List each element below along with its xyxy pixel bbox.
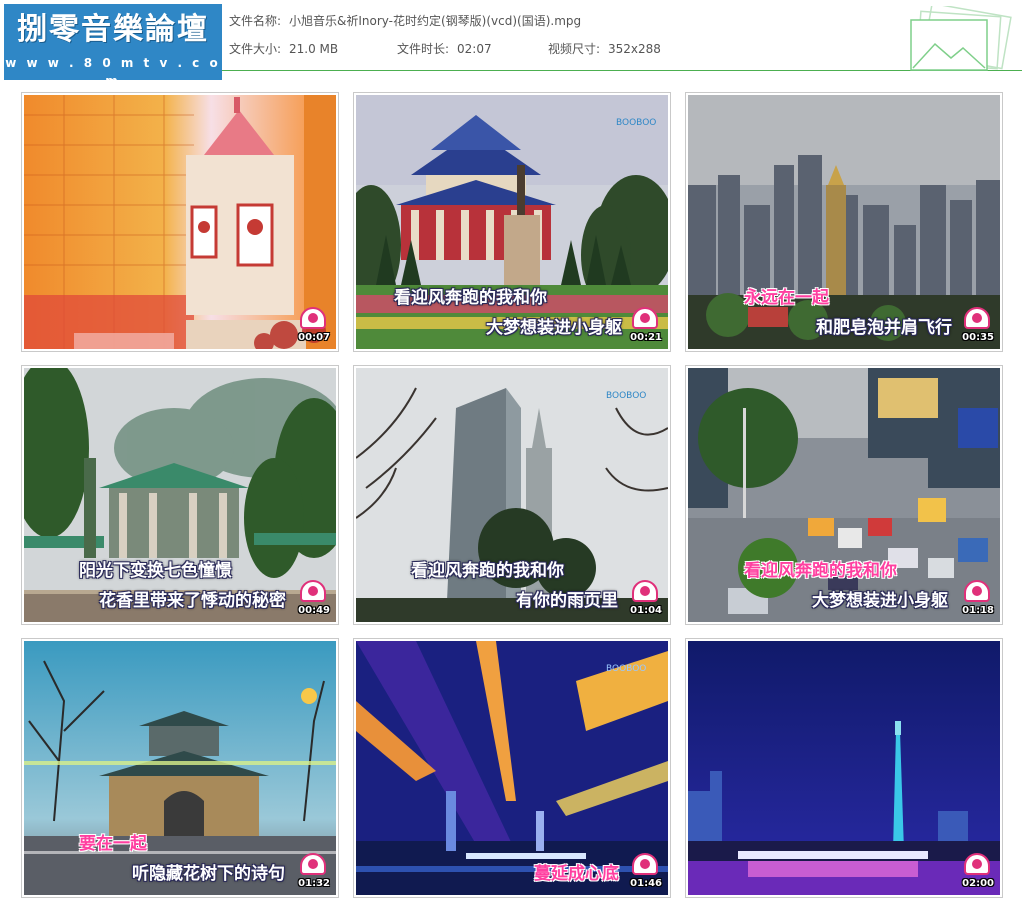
thumbnail-5[interactable]: BOOBOO 看迎风奔跑的我和你 有你的雨页里 01:04: [353, 365, 671, 625]
lyric-line-bottom: 有你的雨页里: [516, 591, 618, 611]
timestamp: 00:21: [630, 332, 662, 343]
lyric-line-bottom: 花香里带来了悸动的秘密: [99, 591, 286, 611]
scene-park-pavilion: [24, 368, 336, 622]
karaoke-logo-icon: [300, 580, 326, 602]
karaoke-logo-icon: [632, 580, 658, 602]
lyric-line-top: 看迎风奔跑的我和你: [411, 561, 564, 581]
karaoke-logo: 00:49: [296, 580, 332, 616]
lyric-line-bottom: 听隐藏花树下的诗句: [132, 864, 285, 884]
thumbnail-2[interactable]: BOOBOO 看迎风奔跑的我和你 大梦想装进小身躯 00:21: [353, 92, 671, 352]
timestamp: 00:35: [962, 332, 994, 343]
thumbnail-1[interactable]: 00:07: [21, 92, 339, 352]
karaoke-logo-icon: [300, 307, 326, 329]
thumbnail-7[interactable]: 要在一起 听隐藏花树下的诗句 01:32: [21, 638, 339, 898]
scene-canton-tower: [688, 641, 1000, 895]
lyric-line-bottom: 大梦想装进小身躯: [812, 591, 948, 611]
timestamp: 01:18: [962, 605, 994, 616]
scene-city-skyline: [688, 95, 1000, 349]
svg-text:BOOBOO: BOOBOO: [606, 664, 646, 674]
karaoke-logo-icon: [300, 853, 326, 875]
scene-traffic: [688, 368, 1000, 622]
svg-text:BOOBOO: BOOBOO: [606, 391, 646, 401]
karaoke-logo: 01:04: [628, 580, 664, 616]
thumbnail-9[interactable]: 02:00: [685, 638, 1003, 898]
lyric-line-top: 永远在一起: [744, 288, 829, 308]
thumbnail-grid: 00:07 BOOBOO 看迎风奔跑的我和你 大梦想装进小身躯 00:21 永远…: [0, 0, 1024, 918]
lyric-line-bottom: 蔓延成心底: [534, 864, 619, 884]
thumbnail-4[interactable]: 阳光下变换七色憧憬 花香里带来了悸动的秘密 00:49: [21, 365, 339, 625]
lyric-line-top: 看迎风奔跑的我和你: [394, 288, 547, 308]
lyric-line-bottom: 和肥皂泡并肩飞行: [816, 318, 952, 338]
karaoke-logo: 01:32: [296, 853, 332, 889]
thumbnail-8[interactable]: BOOBOO 蔓延成心底 01:46: [353, 638, 671, 898]
timestamp: 01:04: [630, 605, 662, 616]
lyric-line-top: 要在一起: [79, 834, 147, 854]
karaoke-logo: 00:07: [296, 307, 332, 343]
timestamp: 02:00: [962, 878, 994, 889]
karaoke-logo: 02:00: [960, 853, 996, 889]
thumbnail-3[interactable]: 永远在一起 和肥皂泡并肩飞行 00:35: [685, 92, 1003, 352]
scene-memorial-hall: BOOBOO: [356, 95, 668, 349]
karaoke-logo-icon: [632, 307, 658, 329]
timestamp: 01:32: [298, 878, 330, 889]
scene-clock-tower: [24, 95, 336, 349]
timestamp: 01:46: [630, 878, 662, 889]
lyric-line-top: 阳光下变换七色憧憬: [79, 561, 232, 581]
karaoke-logo-icon: [632, 853, 658, 875]
lyric-line-top: 看迎风奔跑的我和你: [744, 561, 897, 581]
karaoke-logo: 00:35: [960, 307, 996, 343]
karaoke-logo: 00:21: [628, 307, 664, 343]
scene-towers-fog: BOOBOO: [356, 368, 668, 622]
timestamp: 00:07: [298, 332, 330, 343]
timestamp: 00:49: [298, 605, 330, 616]
karaoke-logo: 01:46: [628, 853, 664, 889]
karaoke-logo-icon: [964, 853, 990, 875]
svg-text:BOOBOO: BOOBOO: [616, 118, 656, 128]
karaoke-logo-icon: [964, 307, 990, 329]
thumbnail-6[interactable]: 看迎风奔跑的我和你 大梦想装进小身躯 01:18: [685, 365, 1003, 625]
scene-gate-dusk: [24, 641, 336, 895]
scene-night-lights: BOOBOO: [356, 641, 668, 895]
karaoke-logo-icon: [964, 580, 990, 602]
karaoke-logo: 01:18: [960, 580, 996, 616]
lyric-line-bottom: 大梦想装进小身躯: [486, 318, 622, 338]
